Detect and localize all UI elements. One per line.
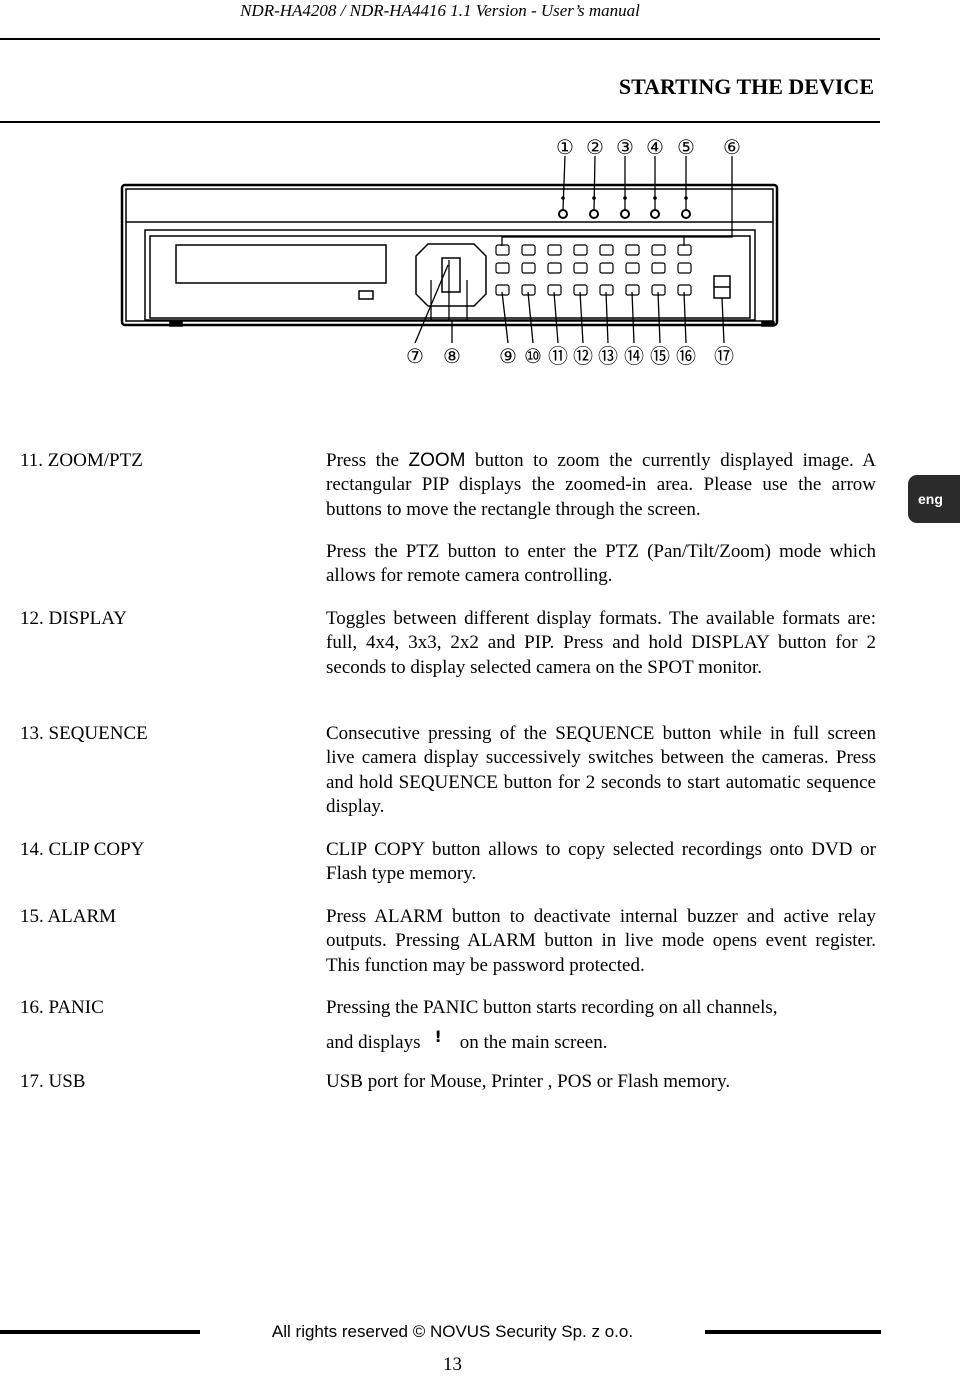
panel-button [521, 262, 536, 274]
page-number: 13 [443, 1354, 462, 1375]
item-label: 17. USB [20, 1071, 86, 1092]
item-label: 11. ZOOM/PTZ [20, 450, 143, 471]
language-tab-eng[interactable]: eng [908, 475, 960, 523]
callout-number: ⑩ [524, 344, 542, 368]
item-description: USB port for Mouse, Printer , POS or Fla… [326, 1071, 731, 1092]
callout-number: ② [586, 135, 604, 159]
text: on the main screen. [459, 1032, 608, 1054]
text: Pressing the PANIC button starts recordi… [326, 997, 778, 1018]
status-led [681, 209, 691, 219]
callout-number: ⑪ [548, 344, 568, 368]
callout-number: ⑦ [406, 344, 424, 368]
callout-number: ⑤ [677, 135, 695, 159]
callout-number: ⑰ [714, 344, 734, 368]
callout-number: ③ [616, 135, 634, 159]
status-led [558, 209, 568, 219]
callout-number: ⑮ [650, 344, 670, 368]
status-led [620, 209, 630, 219]
item-label: 15. ALARM [20, 906, 117, 927]
status-led [650, 209, 660, 219]
callout-line [593, 155, 596, 211]
item-label: 14. CLIP COPY [20, 839, 145, 860]
status-led [589, 209, 599, 219]
item-label: 12. DISPLAY [20, 608, 127, 629]
callout-number: ⑭ [624, 344, 644, 368]
callout-number: ④ [646, 135, 664, 159]
panel-button [547, 262, 562, 274]
callout-number: ⑧ [443, 344, 461, 368]
panel-button [495, 244, 510, 256]
panel-button [599, 262, 614, 274]
panel-button [677, 244, 692, 256]
exclamation-icon: ! [434, 1027, 442, 1047]
item-description: CLIP COPY button allows to copy selected… [326, 839, 876, 885]
text: Press the [326, 450, 409, 471]
zoom-word: ZOOM [408, 450, 466, 471]
running-header: NDR-HA4208 / NDR-HA4416 1.1 Version - Us… [240, 1, 640, 20]
callout-line [562, 155, 566, 211]
footer-copyright: All rights reserved © NOVUS Security Sp.… [271, 1322, 634, 1341]
panel-button [625, 244, 640, 256]
callout-line [501, 156, 733, 246]
item-description: Press ALARM button to deactivate interna… [326, 906, 876, 976]
item-description: Pressing the PANIC button starts recordi… [326, 996, 876, 1056]
item-description: Consecutive pressing of the SEQUENCE but… [326, 723, 876, 817]
callout-number: ① [556, 135, 574, 159]
panel-button [547, 244, 562, 256]
item-label: 13. SEQUENCE [20, 723, 148, 744]
title-rule [0, 121, 880, 123]
panel-button [677, 262, 692, 274]
text: Press the PTZ button to enter the PTZ (P… [326, 540, 876, 587]
item-label: 16. PANIC [20, 997, 104, 1018]
panel-button [573, 262, 588, 274]
callout-number: ⑨ [499, 344, 517, 368]
item-description: Toggles between different display format… [326, 608, 876, 678]
section-title: STARTING THE DEVICE [618, 74, 874, 99]
callout-number: ⑫ [573, 344, 593, 368]
panel-button [651, 262, 666, 274]
panel-button [625, 262, 640, 274]
panel-button [521, 244, 536, 256]
panel-button [573, 244, 588, 256]
callout-number: ⑥ [723, 135, 741, 159]
item-description: Press the ZOOM button to zoom the curren… [326, 449, 876, 606]
panel-button [599, 244, 614, 256]
callout-number: ⑬ [598, 344, 618, 368]
panel-button [651, 244, 666, 256]
text: and displays [326, 1032, 421, 1054]
panel-button [495, 262, 510, 274]
device-front-panel-diagram: ①②③④⑤ ⑥ ⑦⑧ ⑨⑩⑪⑫⑬⑭⑮⑯⑰ [120, 135, 779, 368]
callout-number: ⑯ [676, 344, 696, 368]
header-rule [0, 38, 880, 40]
